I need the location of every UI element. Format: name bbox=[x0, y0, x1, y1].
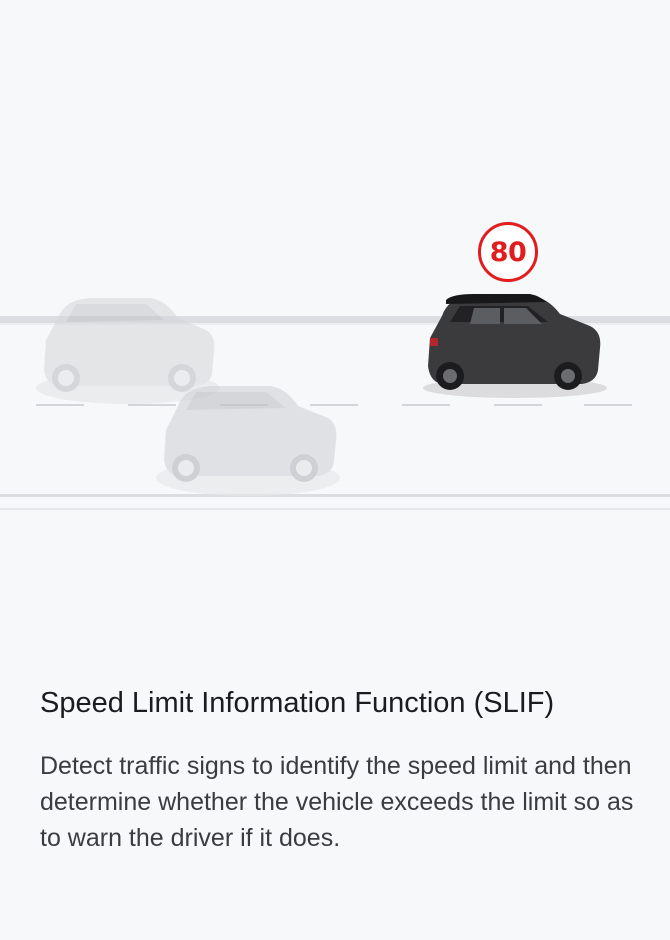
road-bottom-line bbox=[0, 508, 670, 510]
ego-vehicle bbox=[423, 294, 607, 398]
road-scene bbox=[0, 294, 670, 510]
ghost-vehicle-lane-change bbox=[156, 386, 340, 496]
feature-title: Speed Limit Information Function (SLIF) bbox=[40, 687, 555, 719]
slif-illustration: 80 bbox=[0, 0, 670, 640]
feature-card: 80 Speed Limit Information Function (SLI… bbox=[0, 0, 670, 940]
road-bottom-edge bbox=[0, 494, 670, 497]
speed-limit-sign-icon: 80 bbox=[478, 222, 538, 282]
speed-limit-value: 80 bbox=[489, 236, 527, 268]
feature-description: Detect traffic signs to identify the spe… bbox=[40, 752, 634, 852]
lane-divider bbox=[36, 404, 632, 406]
ghost-vehicle-rear bbox=[36, 298, 220, 404]
